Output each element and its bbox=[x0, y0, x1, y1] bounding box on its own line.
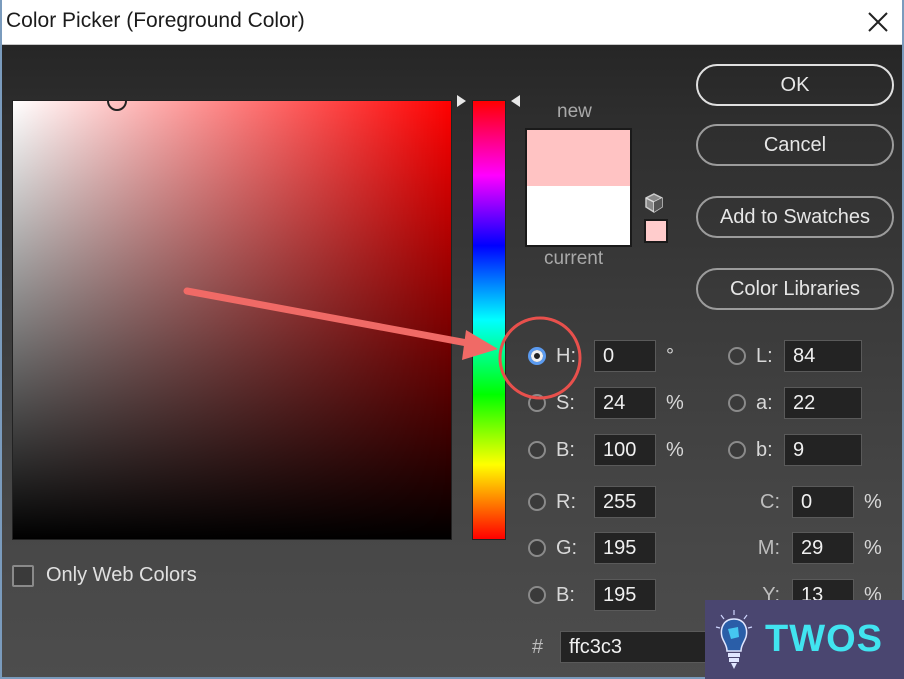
lab-b-input[interactable]: 9 bbox=[784, 434, 862, 466]
lab-l-input[interactable]: 84 bbox=[784, 340, 862, 372]
color-field-cursor[interactable] bbox=[107, 101, 127, 111]
watermark-text: TWOS bbox=[765, 618, 883, 660]
only-web-colors-label: Only Web Colors bbox=[46, 564, 197, 586]
blue-input[interactable]: 195 bbox=[594, 579, 656, 611]
checkbox-box[interactable] bbox=[12, 564, 34, 587]
lab-l-radio[interactable] bbox=[728, 347, 746, 365]
brightness-label: B: bbox=[556, 438, 575, 461]
color-comparison-swatch bbox=[525, 128, 632, 247]
saturation-unit: % bbox=[666, 391, 684, 414]
hue-radio[interactable] bbox=[528, 347, 546, 365]
hex-symbol: # bbox=[532, 635, 544, 658]
cube-icon[interactable] bbox=[643, 192, 665, 214]
magenta-unit: % bbox=[864, 536, 882, 559]
red-row: R: 255 bbox=[528, 485, 656, 519]
hex-input[interactable]: ffc3c3 bbox=[560, 631, 720, 663]
lab-b-radio[interactable] bbox=[728, 441, 746, 459]
cancel-button[interactable]: Cancel bbox=[696, 124, 894, 166]
magenta-row: M: 29 % bbox=[728, 531, 882, 565]
new-color-swatch bbox=[527, 130, 630, 186]
close-button[interactable] bbox=[860, 4, 896, 40]
close-x-icon bbox=[868, 12, 888, 32]
hue-slider[interactable] bbox=[472, 100, 506, 540]
lab-l-label: L: bbox=[756, 344, 773, 367]
cyan-label: C: bbox=[760, 490, 780, 513]
lab-a-radio[interactable] bbox=[728, 394, 746, 412]
add-to-swatches-button[interactable]: Add to Swatches bbox=[696, 196, 894, 238]
blue-row: B: 195 bbox=[528, 578, 656, 612]
color-picker-dialog: Color Picker (Foreground Color) new curr… bbox=[2, 0, 902, 677]
cyan-row: C: 0 % bbox=[728, 485, 882, 519]
color-libraries-button[interactable]: Color Libraries bbox=[696, 268, 894, 310]
ok-button[interactable]: OK bbox=[696, 64, 894, 106]
green-label: G: bbox=[556, 536, 578, 559]
red-radio[interactable] bbox=[528, 493, 546, 511]
brightness-unit: % bbox=[666, 438, 684, 461]
saturation-label: S: bbox=[556, 391, 575, 414]
only-web-colors-checkbox[interactable]: Only Web Colors bbox=[12, 564, 197, 587]
lab-b-row: b: 9 bbox=[728, 433, 862, 467]
hue-label: H: bbox=[556, 344, 576, 367]
color-field[interactable] bbox=[12, 100, 452, 540]
brightness-radio[interactable] bbox=[528, 441, 546, 459]
brightness-row: B: 100 % bbox=[528, 433, 684, 467]
dialog-title: Color Picker (Foreground Color) bbox=[6, 9, 305, 32]
magenta-input[interactable]: 29 bbox=[792, 532, 854, 564]
blue-radio[interactable] bbox=[528, 586, 546, 604]
hue-row: H: 0 ° bbox=[528, 339, 674, 373]
lab-a-row: a: 22 bbox=[728, 386, 862, 420]
new-color-label: new bbox=[557, 101, 592, 122]
hue-slider-right-handle[interactable] bbox=[511, 95, 520, 107]
saturation-radio[interactable] bbox=[528, 394, 546, 412]
current-color-label: current bbox=[544, 248, 604, 269]
red-input[interactable]: 255 bbox=[594, 486, 656, 518]
brightness-input[interactable]: 100 bbox=[594, 434, 656, 466]
saturation-input[interactable]: 24 bbox=[594, 387, 656, 419]
lab-b-label: b: bbox=[756, 438, 773, 461]
cyan-unit: % bbox=[864, 490, 882, 513]
green-input[interactable]: 195 bbox=[594, 532, 656, 564]
hue-slider-left-handle[interactable] bbox=[457, 95, 466, 107]
lab-a-label: a: bbox=[756, 391, 773, 414]
magenta-label: M: bbox=[757, 536, 780, 559]
hue-unit: ° bbox=[666, 344, 674, 367]
lightbulb-icon bbox=[715, 609, 753, 669]
dialog-body: new current OK Cancel Add to Swatches Co… bbox=[2, 45, 902, 677]
current-color-swatch[interactable] bbox=[527, 186, 630, 245]
blue-label: B: bbox=[556, 583, 575, 606]
saturation-row: S: 24 % bbox=[528, 386, 684, 420]
title-bar: Color Picker (Foreground Color) bbox=[2, 0, 902, 45]
hue-input[interactable]: 0 bbox=[594, 340, 656, 372]
cyan-input[interactable]: 0 bbox=[792, 486, 854, 518]
twos-watermark: TWOS bbox=[705, 600, 904, 679]
green-radio[interactable] bbox=[528, 539, 546, 557]
web-safe-color-swatch[interactable] bbox=[644, 219, 668, 243]
green-row: G: 195 bbox=[528, 531, 656, 565]
lab-a-input[interactable]: 22 bbox=[784, 387, 862, 419]
hex-row: # ffc3c3 bbox=[532, 631, 720, 663]
lab-l-row: L: 84 bbox=[728, 339, 862, 373]
red-label: R: bbox=[556, 490, 576, 513]
